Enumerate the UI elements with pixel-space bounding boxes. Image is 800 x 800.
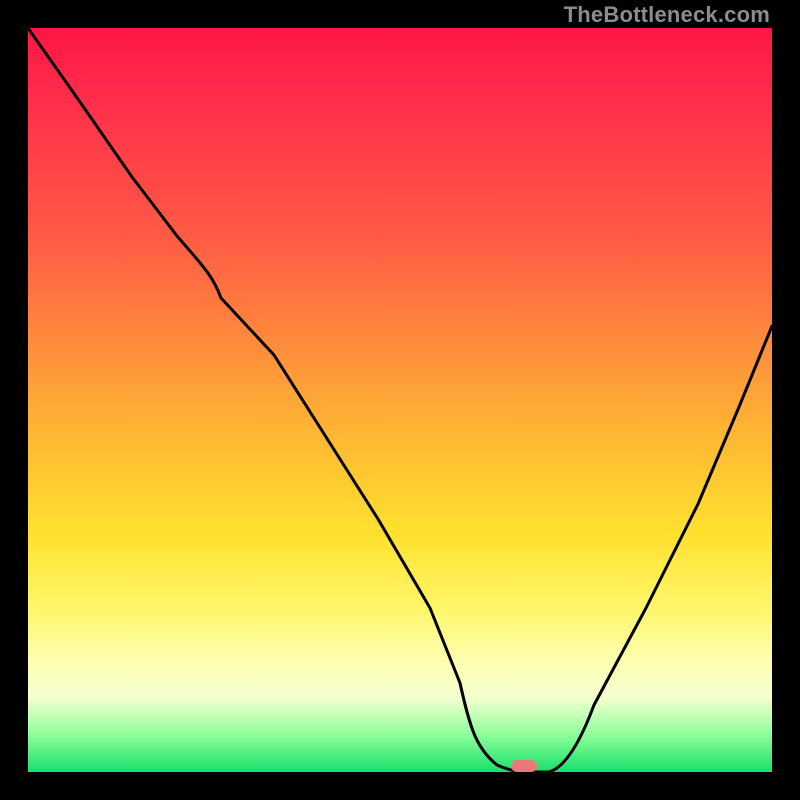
outer-frame: TheBottleneck.com xyxy=(0,0,800,800)
curve-layer xyxy=(28,28,772,772)
watermark-text: TheBottleneck.com xyxy=(564,2,770,28)
optimal-marker xyxy=(511,760,537,772)
bottleneck-curve xyxy=(28,28,772,772)
